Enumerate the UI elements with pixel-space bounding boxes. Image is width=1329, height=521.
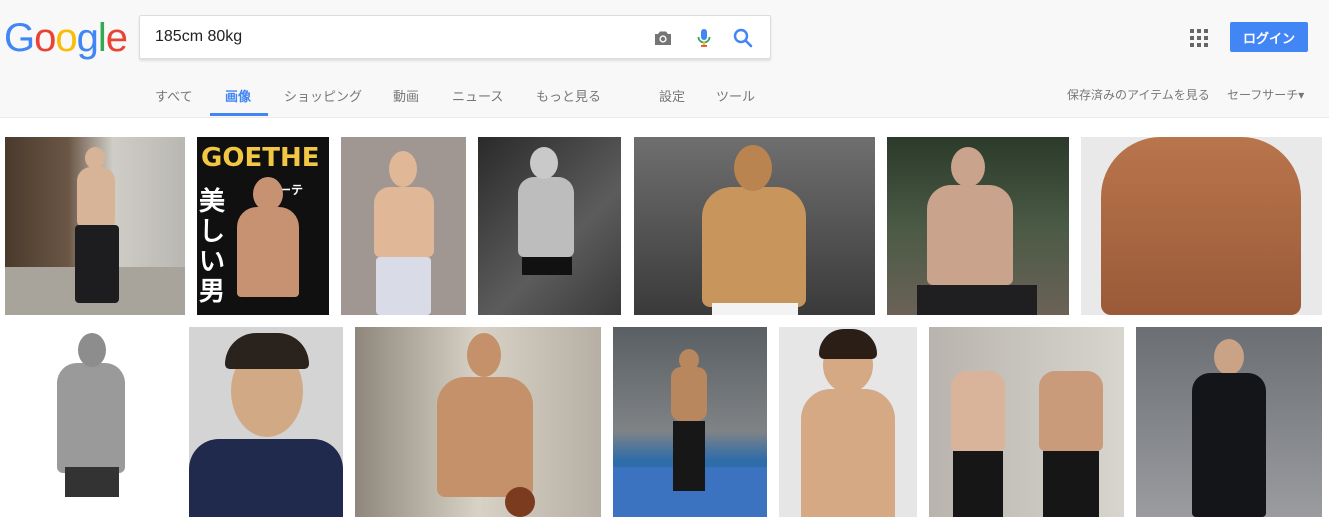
logo-letter: l xyxy=(97,16,107,60)
image-result[interactable] xyxy=(634,137,875,315)
image-result[interactable] xyxy=(5,327,177,517)
logo-letter: G xyxy=(4,16,35,60)
image-result[interactable] xyxy=(189,327,343,517)
saved-items-link[interactable]: 保存済みのアイテムを見る xyxy=(1067,86,1210,103)
tab-news[interactable]: ニュース xyxy=(452,86,503,105)
image-result[interactable]: GOETHE ゲーテ 美しい男 xyxy=(197,137,329,315)
logo-letter: o xyxy=(34,16,56,60)
image-result[interactable] xyxy=(929,327,1124,517)
tab-all[interactable]: すべて xyxy=(155,86,193,105)
tab-more[interactable]: もっと見る xyxy=(536,86,601,105)
search-box xyxy=(139,15,771,59)
image-result[interactable] xyxy=(355,327,601,517)
tab-settings[interactable]: 設定 xyxy=(659,86,685,105)
microphone-icon[interactable] xyxy=(692,26,716,50)
tab-videos[interactable]: 動画 xyxy=(393,86,419,105)
image-result[interactable] xyxy=(1136,327,1322,517)
search-input[interactable] xyxy=(155,16,635,58)
image-result[interactable] xyxy=(5,137,185,315)
image-result[interactable] xyxy=(779,327,917,517)
magazine-title: GOETHE xyxy=(201,143,320,173)
logo-letter: o xyxy=(55,16,77,60)
image-result[interactable] xyxy=(341,137,466,315)
image-result[interactable] xyxy=(1081,137,1322,315)
header: Google 185cm 80kg ログイン すべて 画像 ショッピング 動画 … xyxy=(0,0,1329,118)
apps-grid-icon[interactable] xyxy=(1190,29,1208,47)
safesearch-dropdown[interactable]: セーフサーチ▾ xyxy=(1227,86,1304,103)
tab-tools[interactable]: ツール xyxy=(716,86,755,105)
logo-letter: e xyxy=(105,16,128,60)
search-icon[interactable] xyxy=(731,26,755,50)
camera-icon[interactable] xyxy=(651,26,675,50)
image-result[interactable] xyxy=(887,137,1069,315)
tab-images[interactable]: 画像 xyxy=(225,86,251,105)
magazine-headline: 美しい男 xyxy=(199,187,226,307)
tab-shopping[interactable]: ショッピング xyxy=(284,86,362,105)
image-result[interactable] xyxy=(613,327,767,517)
logo-letter: g xyxy=(76,16,99,60)
google-logo[interactable]: Google xyxy=(4,16,128,60)
image-result[interactable] xyxy=(478,137,621,315)
active-tab-indicator xyxy=(210,113,268,116)
login-button[interactable]: ログイン xyxy=(1230,22,1308,52)
